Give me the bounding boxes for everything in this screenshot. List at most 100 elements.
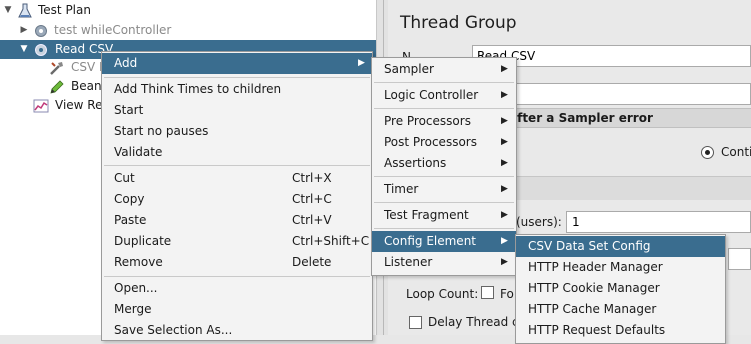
menu-item-label: Remove — [114, 255, 163, 269]
submenu-arrow-icon: ▶ — [501, 90, 508, 100]
menu-item-paste[interactable]: Paste Ctrl+V — [102, 210, 372, 231]
shortcut-label: Ctrl+V — [292, 213, 332, 227]
users-label: (users): — [516, 215, 562, 229]
menu-item-test-fragment[interactable]: Test Fragment ▶ — [372, 205, 516, 226]
menu-separator — [374, 202, 514, 203]
ramp-up-field[interactable] — [728, 248, 751, 270]
menu-item-label: Timer — [384, 182, 419, 196]
expanded-triangle-icon[interactable]: ▼ — [2, 1, 14, 20]
menu-item-open[interactable]: Open... — [102, 278, 372, 299]
tree-label-view-results: View Re — [55, 98, 103, 112]
shortcut-label: Delete — [292, 255, 332, 269]
menu-separator — [104, 165, 370, 166]
submenu-arrow-icon: ▶ — [501, 116, 508, 126]
menu-item-label: Add — [114, 56, 138, 70]
tree-node-while-controller[interactable]: ▶ test whileController — [0, 21, 376, 40]
submenu-arrow-icon: ▶ — [501, 210, 508, 220]
menu-item-label: HTTP Cache Manager — [528, 302, 657, 316]
menu-item-timer[interactable]: Timer ▶ — [372, 179, 516, 200]
menu-item-config-element[interactable]: Config Element ▶ — [372, 231, 516, 252]
expanded-triangle-icon[interactable]: ▼ — [18, 40, 30, 59]
shortcut-label: Ctrl+C — [292, 192, 332, 206]
menu-item-label: Start — [114, 103, 144, 117]
continue-option-label: Conti — [721, 145, 751, 159]
tree-label-beanshell: Bean — [71, 79, 102, 93]
menu-item-label: HTTP Request Defaults — [528, 323, 666, 337]
tree-node-test-plan[interactable]: ▼ Test Plan — [0, 1, 376, 20]
submenu-arrow-icon: ▶ — [501, 184, 508, 194]
results-graph-icon — [33, 99, 49, 113]
menu-item-label: HTTP Header Manager — [528, 260, 663, 274]
menu-item-copy[interactable]: Copy Ctrl+C — [102, 189, 372, 210]
menu-item-save-selection[interactable]: Save Selection As... — [102, 320, 372, 341]
shortcut-label: Ctrl+Shift+C — [292, 234, 370, 248]
delay-thread-label: Delay Thread cr — [428, 315, 524, 329]
menu-item-add[interactable]: Add ▶ — [102, 53, 372, 74]
submenu-arrow-icon: ▶ — [358, 58, 365, 68]
menu-item-start-no-pauses[interactable]: Start no pauses — [102, 121, 372, 142]
config-element-submenu: CSV Data Set Config HTTP Header Manager … — [515, 234, 726, 344]
add-submenu: Sampler ▶ Logic Controller ▶ Pre Process… — [371, 57, 517, 276]
submenu-arrow-icon: ▶ — [501, 257, 508, 267]
menu-item-http-request-defaults[interactable]: HTTP Request Defaults — [516, 320, 725, 341]
menu-item-label: Post Processors — [384, 135, 477, 149]
menu-item-pre-processors[interactable]: Pre Processors ▶ — [372, 111, 516, 132]
radio-selected-icon[interactable] — [701, 146, 714, 159]
menu-separator — [104, 77, 370, 78]
menu-item-label: Merge — [114, 302, 152, 316]
menu-item-label: Add Think Times to children — [114, 82, 282, 96]
menu-item-logic-controller[interactable]: Logic Controller ▶ — [372, 85, 516, 106]
number-of-threads-field[interactable] — [566, 211, 751, 233]
menu-item-label: Start no pauses — [114, 124, 209, 138]
forever-checkbox[interactable] — [481, 286, 494, 299]
menu-item-label: Paste — [114, 213, 147, 227]
menu-item-sampler[interactable]: Sampler ▶ — [372, 59, 516, 80]
config-tool-icon — [50, 62, 63, 75]
tree-label-test-plan: Test Plan — [38, 3, 91, 17]
menu-separator — [374, 228, 514, 229]
test-plan-flask-icon — [18, 3, 32, 18]
menu-item-remove[interactable]: Remove Delete — [102, 252, 372, 273]
menu-item-duplicate[interactable]: Duplicate Ctrl+Shift+C — [102, 231, 372, 252]
menu-item-label: Save Selection As... — [114, 323, 233, 337]
forever-label: Fo — [500, 287, 514, 301]
menu-item-label: Test Fragment — [384, 208, 469, 222]
menu-item-http-cache-manager[interactable]: HTTP Cache Manager — [516, 299, 725, 320]
collapsed-triangle-icon[interactable]: ▶ — [18, 21, 30, 40]
menu-separator — [374, 82, 514, 83]
menu-item-assertions[interactable]: Assertions ▶ — [372, 153, 516, 174]
menu-separator — [374, 108, 514, 109]
menu-item-csv-data-set-config[interactable]: CSV Data Set Config — [516, 236, 725, 257]
submenu-arrow-icon: ▶ — [501, 137, 508, 147]
menu-item-start[interactable]: Start — [102, 100, 372, 121]
menu-item-label: Duplicate — [114, 234, 172, 248]
menu-separator — [374, 176, 514, 177]
menu-item-http-cookie-manager[interactable]: HTTP Cookie Manager — [516, 278, 725, 299]
gear-icon — [35, 44, 47, 56]
context-menu: Add ▶ Add Think Times to children Start … — [101, 51, 373, 341]
menu-item-post-processors[interactable]: Post Processors ▶ — [372, 132, 516, 153]
menu-item-label: Logic Controller — [384, 88, 479, 102]
menu-item-label: Config Element — [384, 234, 476, 248]
delay-thread-checkbox[interactable] — [409, 316, 422, 329]
menu-item-cut[interactable]: Cut Ctrl+X — [102, 168, 372, 189]
menu-item-label: HTTP Cookie Manager — [528, 281, 660, 295]
submenu-arrow-icon: ▶ — [501, 236, 508, 246]
menu-item-label: Copy — [114, 192, 145, 206]
menu-item-label: Pre Processors — [384, 114, 471, 128]
menu-item-merge[interactable]: Merge — [102, 299, 372, 320]
menu-item-listener[interactable]: Listener ▶ — [372, 252, 516, 273]
menu-item-label: Cut — [114, 171, 135, 185]
menu-item-label: Assertions — [384, 156, 447, 170]
menu-item-validate[interactable]: Validate — [102, 142, 372, 163]
menu-separator — [104, 276, 370, 277]
gear-icon — [35, 25, 47, 37]
menu-item-label: Sampler — [384, 62, 434, 76]
menu-item-label: CSV Data Set Config — [528, 239, 651, 253]
menu-item-http-header-manager[interactable]: HTTP Header Manager — [516, 257, 725, 278]
menu-item-add-think-times[interactable]: Add Think Times to children — [102, 79, 372, 100]
submenu-arrow-icon: ▶ — [501, 64, 508, 74]
loop-count-label: Loop Count: — [406, 287, 479, 301]
tree-label-while-controller: test whileController — [54, 23, 172, 37]
menu-item-label: Open... — [114, 281, 158, 295]
